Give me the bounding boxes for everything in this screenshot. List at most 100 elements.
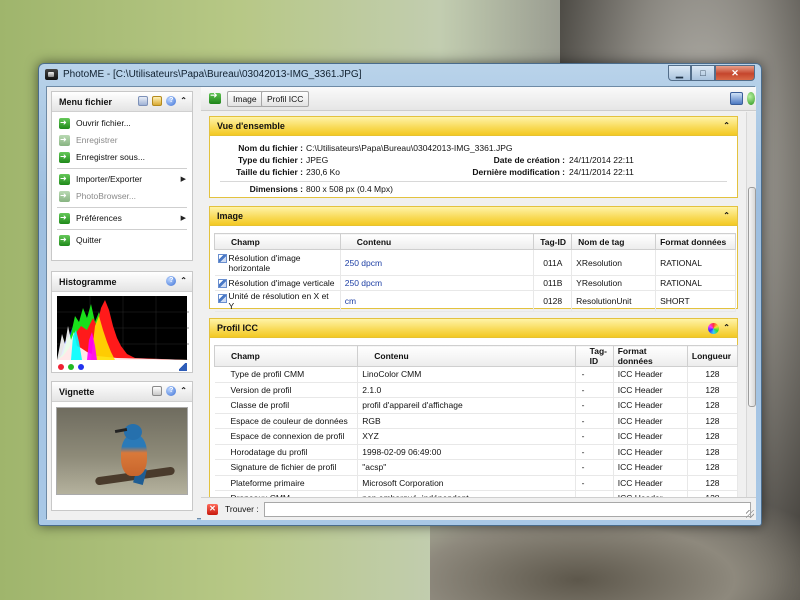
tag-id-cell: 011A [533, 249, 573, 276]
table-row[interactable]: Unité de résolution en X et Y cm 0128 Re… [214, 290, 736, 312]
close-button[interactable]: ✕ [715, 65, 755, 81]
color-wheel-icon[interactable] [708, 323, 719, 334]
content-cell: profil d'appareil d'affichage [357, 397, 576, 414]
column-header[interactable]: Champ [214, 233, 341, 250]
title-bar[interactable]: PhotoME - [C:\Utilisateurs\Papa\Bureau\0… [39, 64, 761, 86]
go-arrow-icon[interactable] [209, 90, 221, 104]
column-header[interactable]: Format données [612, 345, 688, 367]
menu-item-open-file[interactable]: Ouvrir fichier... [52, 114, 192, 132]
column-header[interactable]: Nom de tag [571, 233, 657, 250]
tag-name-cell: XResolution [571, 249, 657, 276]
blue-channel-icon[interactable] [78, 364, 84, 370]
image-section: Image ⌃ Champ Contenu Tag-ID Nom de tag … [209, 206, 738, 312]
tag-icon [217, 294, 227, 303]
collapse-icon[interactable]: ⌃ [180, 276, 187, 286]
field-cell: Résolution d'image horizontale [214, 249, 341, 276]
help-icon[interactable]: ? [166, 386, 177, 396]
copy-icon[interactable] [138, 96, 149, 106]
app-icon[interactable] [45, 69, 58, 80]
menu-item-import-export[interactable]: Importer/Exporter ▶ [52, 170, 192, 188]
tab-icc-profile[interactable]: Profil ICC [261, 91, 310, 107]
main-panel: Image Profil ICC Vue d'ensemble ⌃ Nom du… [201, 87, 756, 520]
table-row[interactable]: Horodatage du profil 1998-02-09 06:49:00-… [214, 444, 739, 460]
arrow-right-icon [59, 170, 70, 187]
content-cell: XYZ [357, 428, 576, 445]
help-icon[interactable]: ? [166, 96, 177, 106]
field-cell: Espace de connexion de profil [214, 428, 359, 445]
column-header[interactable]: Contenu [357, 345, 576, 367]
table-row[interactable]: Version de profil 2.1.0- ICC Header 128 [214, 382, 739, 398]
tag-id-cell: - [575, 475, 614, 491]
menu-item-quit[interactable]: Quitter [52, 231, 192, 249]
collapse-icon[interactable]: ⌃ [180, 96, 187, 106]
find-input[interactable] [264, 502, 751, 517]
details-scroll-area[interactable]: Vue d'ensemble ⌃ Nom du fichier : C:\Uti… [201, 112, 746, 497]
column-header[interactable]: Tag-ID [533, 233, 573, 250]
file-menu-title: Menu fichier [59, 97, 113, 107]
image-section-header[interactable]: Image ⌃ [210, 207, 737, 226]
table-row[interactable]: Plateforme primaire Microsoft Corporation… [214, 475, 739, 491]
column-header[interactable]: Tag-ID [574, 345, 614, 367]
column-header[interactable]: Format données [655, 233, 736, 250]
tag-id-cell: - [575, 413, 614, 429]
log-scale-icon[interactable] [179, 363, 187, 371]
resize-grip[interactable] [746, 510, 754, 518]
status-icon[interactable] [747, 92, 755, 105]
red-channel-icon[interactable] [58, 364, 64, 370]
length-cell: 128 [687, 444, 739, 460]
table-row[interactable]: Résolution d'image horizontale 250 dpcm … [214, 249, 736, 276]
display-settings-icon[interactable] [730, 92, 743, 105]
data-format-cell: ICC Header [613, 382, 688, 398]
table-row[interactable]: Résolution d'image verticale 250 dpcm 01… [214, 275, 736, 291]
histogram-header[interactable]: Histogramme ? ⌃ [52, 272, 192, 292]
table-row[interactable]: Signature de fichier de profil "acsp" - ICC… [214, 459, 739, 476]
menu-item-preferences[interactable]: Préférences ▶ [52, 209, 192, 227]
cell-text: Unité de résolution en X et Y [228, 291, 329, 311]
tab-image[interactable]: Image [227, 91, 263, 107]
image-icon[interactable] [152, 386, 163, 396]
column-header[interactable]: Champ [213, 345, 359, 367]
file-type-value: JPEG [306, 155, 329, 165]
tag-name-cell: YResolution [571, 275, 657, 291]
thumbnail-header[interactable]: Vignette ? ⌃ [52, 382, 192, 402]
table-row[interactable]: Espace de couleur de données RGB - ICC Head… [214, 413, 739, 429]
histogram-chart [57, 296, 189, 360]
file-type-label: Type du fichier : [237, 155, 303, 165]
file-size-value: 230,6 Ko [306, 167, 341, 177]
file-menu-header[interactable]: Menu fichier ? ⌃ [52, 92, 192, 112]
search-icon[interactable] [152, 96, 163, 106]
dimensions-value: 800 x 508 px (0.4 Mpx) [306, 184, 393, 194]
table-row[interactable]: Espace de connexion de profil XYZ - ICC Hea… [214, 428, 739, 445]
table-row[interactable]: Classe de profil profil d'appareil d'affi… [214, 397, 739, 414]
collapse-icon[interactable]: ⌃ [723, 211, 730, 220]
histogram-panel: Histogramme ? ⌃ [51, 271, 193, 373]
collapse-icon[interactable]: ⌃ [723, 323, 730, 332]
field-cell: Unité de résolution en X et Y [214, 290, 341, 312]
collapse-icon[interactable]: ⌃ [180, 386, 187, 396]
close-find-icon[interactable]: ✕ [207, 504, 218, 515]
minimize-button[interactable]: ▁ [668, 65, 691, 81]
icc-profile-section: Profil ICC ⌃ Champ Contenu Tag-ID Format… [209, 318, 739, 497]
vertical-scrollbar[interactable] [746, 112, 756, 497]
menu-item-save-as[interactable]: Enregistrer sous... [52, 148, 192, 166]
column-header[interactable]: Longueur [686, 345, 739, 367]
column-header[interactable]: Contenu [339, 233, 535, 250]
find-label: Trouver : [225, 504, 259, 514]
menu-item-photobrowser[interactable]: PhotoBrowser... [52, 187, 192, 205]
scrollbar-thumb[interactable] [748, 187, 756, 407]
length-cell: 128 [687, 413, 739, 429]
submenu-arrow-icon: ▶ [180, 176, 186, 183]
help-icon[interactable]: ? [166, 276, 177, 286]
length-cell: 128 [687, 397, 739, 414]
toolbar: Image Profil ICC [201, 87, 756, 111]
green-channel-icon[interactable] [68, 364, 74, 370]
submenu-arrow-icon: ▶ [180, 215, 186, 222]
data-format-cell: RATIONAL [655, 249, 736, 276]
icc-section-header[interactable]: Profil ICC ⌃ [210, 319, 737, 338]
collapse-icon[interactable]: ⌃ [723, 121, 730, 130]
length-cell: 128 [687, 475, 739, 491]
maximize-button[interactable]: □ [691, 65, 715, 81]
menu-item-save[interactable]: Enregistrer [52, 131, 192, 149]
table-row[interactable]: Type de profil CMM LinoColor CMM - ICC Head… [214, 366, 739, 383]
overview-header[interactable]: Vue d'ensemble ⌃ [210, 117, 737, 136]
